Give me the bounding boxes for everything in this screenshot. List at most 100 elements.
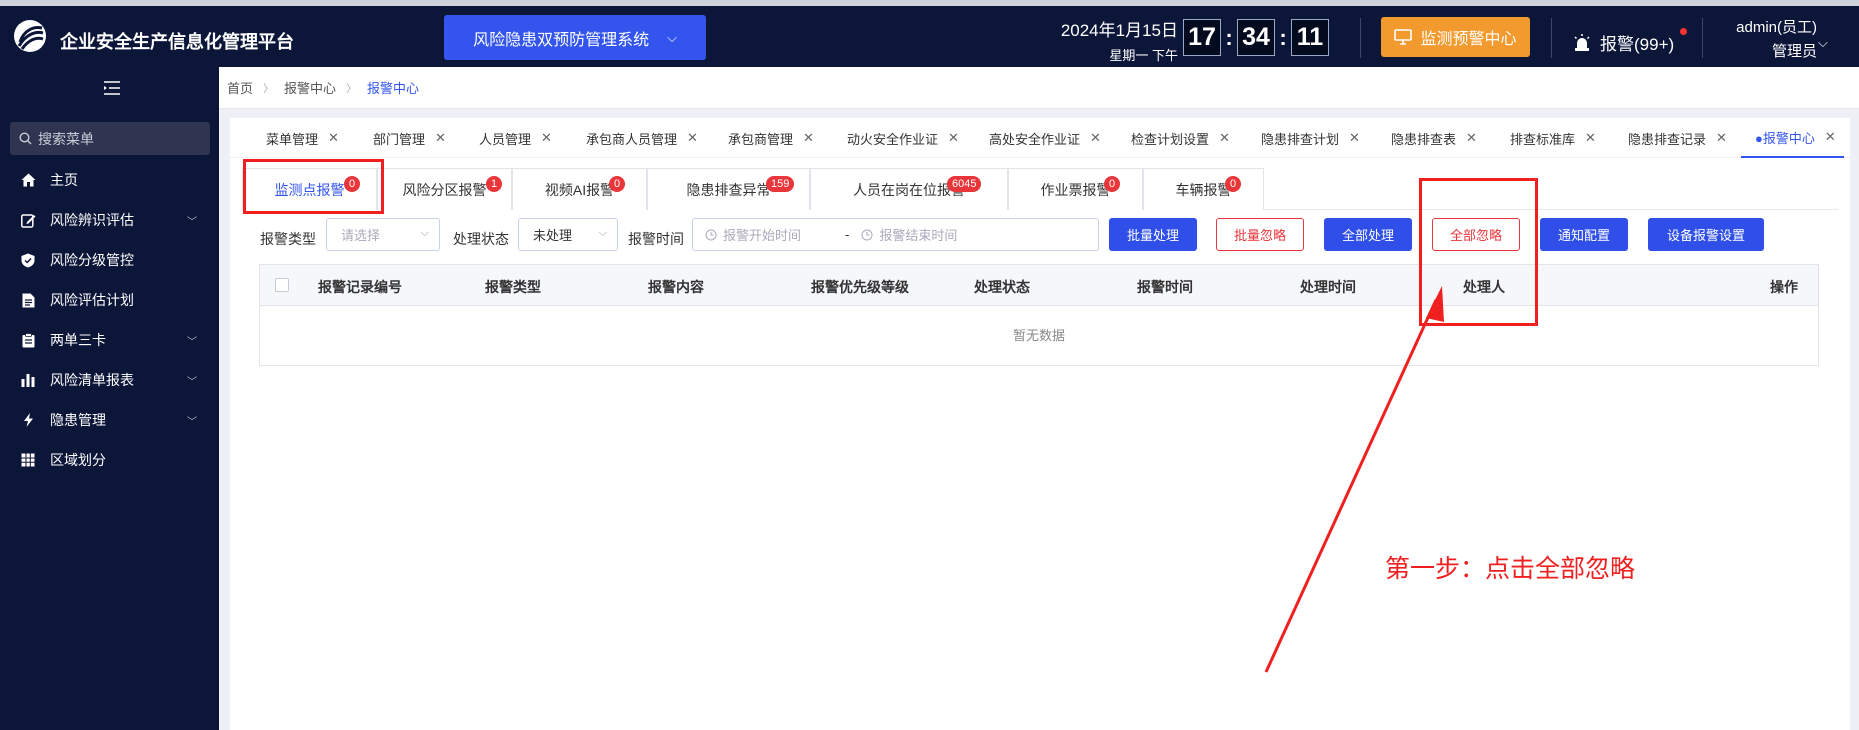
sidebar-item-risk-control[interactable]: 风险分级管控 <box>0 240 219 280</box>
count-badge: 1 <box>486 176 503 192</box>
breadcrumb-parent[interactable]: 报警中心 <box>284 78 336 97</box>
subtab-video-ai-alarm[interactable]: 视频AI报警 0 <box>512 168 647 210</box>
subtab-label: 视频AI报警 <box>544 181 615 198</box>
column-header: 报警记录编号 <box>318 279 402 295</box>
tab-hot-work-permit[interactable]: 动火安全作业证 ✕ <box>847 118 959 158</box>
tab-contractor-management[interactable]: 承包商管理 ✕ <box>728 118 814 158</box>
tab-height-work-permit[interactable]: 高处安全作业证 ✕ <box>989 118 1101 158</box>
status-select[interactable]: 未处理 ⌵ <box>518 218 618 251</box>
close-icon[interactable]: ✕ <box>1090 130 1101 146</box>
breadcrumb-current: 报警中心 <box>367 81 420 96</box>
tab-hazard-inspection-plan[interactable]: 隐患排查计划 ✕ <box>1261 118 1360 158</box>
sidebar-item-risk-identification[interactable]: 风险辨识评估 ﹀ <box>0 200 219 240</box>
count-badge: 0 <box>1104 176 1121 192</box>
tab-hazard-inspection-table[interactable]: 隐患排查表 ✕ <box>1391 118 1477 158</box>
grid-icon <box>20 452 36 468</box>
system-select[interactable]: 风险隐患双预防管理系统 ⌵ <box>444 15 706 60</box>
tab-department-management[interactable]: 部门管理 ✕ <box>373 118 446 158</box>
shield-icon <box>20 252 36 268</box>
chevron-down-icon: ﹀ <box>187 217 197 228</box>
menu-search-input[interactable]: 搜索菜单 <box>10 122 210 155</box>
tab-personnel-management[interactable]: 人员管理 ✕ <box>479 118 552 158</box>
batch-ignore-button[interactable]: 批量忽略 <box>1216 218 1304 251</box>
end-time-input[interactable]: 报警结束时间 <box>861 225 957 244</box>
sidebar-item-label: 主页 <box>50 172 78 188</box>
close-icon[interactable]: ✕ <box>1585 130 1596 146</box>
sidebar-item-home[interactable]: 主页 <box>0 160 219 200</box>
alarm-time-range[interactable]: 报警开始时间 - 报警结束时间 <box>692 218 1099 251</box>
sidebar-item-label: 风险清单报表 <box>50 372 134 388</box>
sidebar-item-area-division[interactable]: 区域划分 <box>0 440 219 480</box>
tab-menu-management[interactable]: 菜单管理 ✕ <box>266 118 339 158</box>
subtab-hazard-inspection-anomaly[interactable]: 隐患排查异常 159 <box>647 168 810 210</box>
alarm-type-select[interactable]: 请选择 ⌵ <box>326 218 440 251</box>
sidebar-item-risk-plan[interactable]: 风险评估计划 <box>0 280 219 320</box>
tab-inspection-standards[interactable]: 排查标准库 ✕ <box>1510 118 1596 158</box>
tab-inspection-plan-settings[interactable]: 检查计划设置 ✕ <box>1131 118 1230 158</box>
alarm-button[interactable]: 报警(99+) <box>1572 28 1687 55</box>
close-icon[interactable]: ✕ <box>803 130 814 146</box>
document-icon <box>20 292 36 308</box>
edit-icon <box>20 212 36 228</box>
close-icon[interactable]: ✕ <box>1825 129 1836 145</box>
select-all-checkbox[interactable] <box>275 278 289 292</box>
chevron-down-icon[interactable]: ⌵ <box>1818 35 1828 51</box>
close-icon[interactable]: ✕ <box>1219 130 1230 146</box>
sidebar-item-label: 风险辨识评估 <box>50 212 134 228</box>
close-icon[interactable]: ✕ <box>328 130 339 146</box>
subtab-label: 风险分区报警 <box>402 181 487 198</box>
page-tabs: 菜单管理 ✕ 部门管理 ✕ 人员管理 ✕ 承包商人员管理 ✕ 承包商管理 ✕ 动火安全作业… <box>230 118 1850 158</box>
user-menu[interactable]: admin(员工) 管理员 <box>1722 16 1817 64</box>
annotation-highlight-ignore-all <box>1419 178 1538 326</box>
chevron-right-icon: 〉 <box>263 82 275 95</box>
column-header: 操作 <box>1770 279 1798 295</box>
process-all-button[interactable]: 全部处理 <box>1324 218 1412 251</box>
sidebar-item-risk-report[interactable]: 风险清单报表 ﹀ <box>0 360 219 400</box>
close-icon[interactable]: ✕ <box>1349 130 1360 146</box>
monitor-center-button[interactable]: 监测预警中心 <box>1381 17 1530 57</box>
clock-icon <box>705 229 717 240</box>
range-separator: - <box>845 227 850 242</box>
alarm-bell-icon <box>1574 33 1590 51</box>
sidebar-item-label: 风险分级管控 <box>50 252 134 268</box>
menu-toggle-icon[interactable] <box>103 81 121 95</box>
close-icon[interactable]: ✕ <box>1716 130 1727 146</box>
subtab-risk-zone-alarm[interactable]: 风险分区报警 1 <box>377 168 512 210</box>
close-icon[interactable]: ✕ <box>435 130 446 146</box>
batch-process-button[interactable]: 批量处理 <box>1109 218 1197 251</box>
close-icon[interactable]: ✕ <box>687 130 698 146</box>
alarm-type-label: 报警类型 <box>260 231 316 247</box>
close-icon[interactable]: ✕ <box>1466 130 1477 146</box>
tab-alarm-center[interactable]: ●报警中心 ✕ <box>1741 118 1844 158</box>
logo-icon <box>14 20 46 52</box>
chevron-down-icon: ﹀ <box>187 377 197 388</box>
clock: 17 : 34 : 11 <box>1183 19 1329 56</box>
tab-contractor-personnel[interactable]: 承包商人员管理 ✕ <box>586 118 698 158</box>
tab-label: ●报警中心 <box>1755 130 1815 146</box>
count-badge: 0 <box>1225 176 1242 192</box>
start-time-input[interactable]: 报警开始时间 <box>693 225 801 244</box>
close-icon[interactable]: ✕ <box>541 130 552 146</box>
main-content: 菜单管理 ✕ 部门管理 ✕ 人员管理 ✕ 承包商人员管理 ✕ 承包商管理 ✕ 动火安全作业… <box>230 118 1850 730</box>
column-header: 报警类型 <box>485 279 541 295</box>
device-alarm-settings-button[interactable]: 设备报警设置 <box>1648 218 1764 251</box>
chevron-down-icon: ﹀ <box>187 337 197 348</box>
chevron-down-icon: ﹀ <box>187 417 197 428</box>
subtab-vehicle-alarm[interactable]: 车辆报警 0 <box>1143 168 1264 210</box>
notify-config-button[interactable]: 通知配置 <box>1540 218 1628 251</box>
close-icon[interactable]: ✕ <box>948 130 959 146</box>
subtab-work-permit-alarm[interactable]: 作业票报警 0 <box>1008 168 1143 210</box>
sidebar-item-hazard-management[interactable]: 隐患管理 ﹀ <box>0 400 219 440</box>
breadcrumb-home[interactable]: 首页 <box>227 78 253 97</box>
tab-label: 承包商人员管理 <box>586 131 678 147</box>
tab-hazard-inspection-records[interactable]: 隐患排查记录 ✕ <box>1628 118 1727 158</box>
sidebar-item-two-lists[interactable]: 两单三卡 ﹀ <box>0 320 219 360</box>
tab-label: 隐患排查计划 <box>1261 131 1340 147</box>
chevron-down-icon: ⌵ <box>420 227 429 239</box>
column-header: 报警优先级等级 <box>811 279 909 295</box>
sidebar-item-label: 隐患管理 <box>50 412 106 428</box>
divider <box>1551 18 1552 58</box>
subtab-personnel-on-post-alarm[interactable]: 人员在岗在位报警 6045 <box>810 168 1008 210</box>
column-header: 处理状态 <box>974 279 1030 295</box>
alarm-label: 报警(99+) <box>1600 35 1675 54</box>
